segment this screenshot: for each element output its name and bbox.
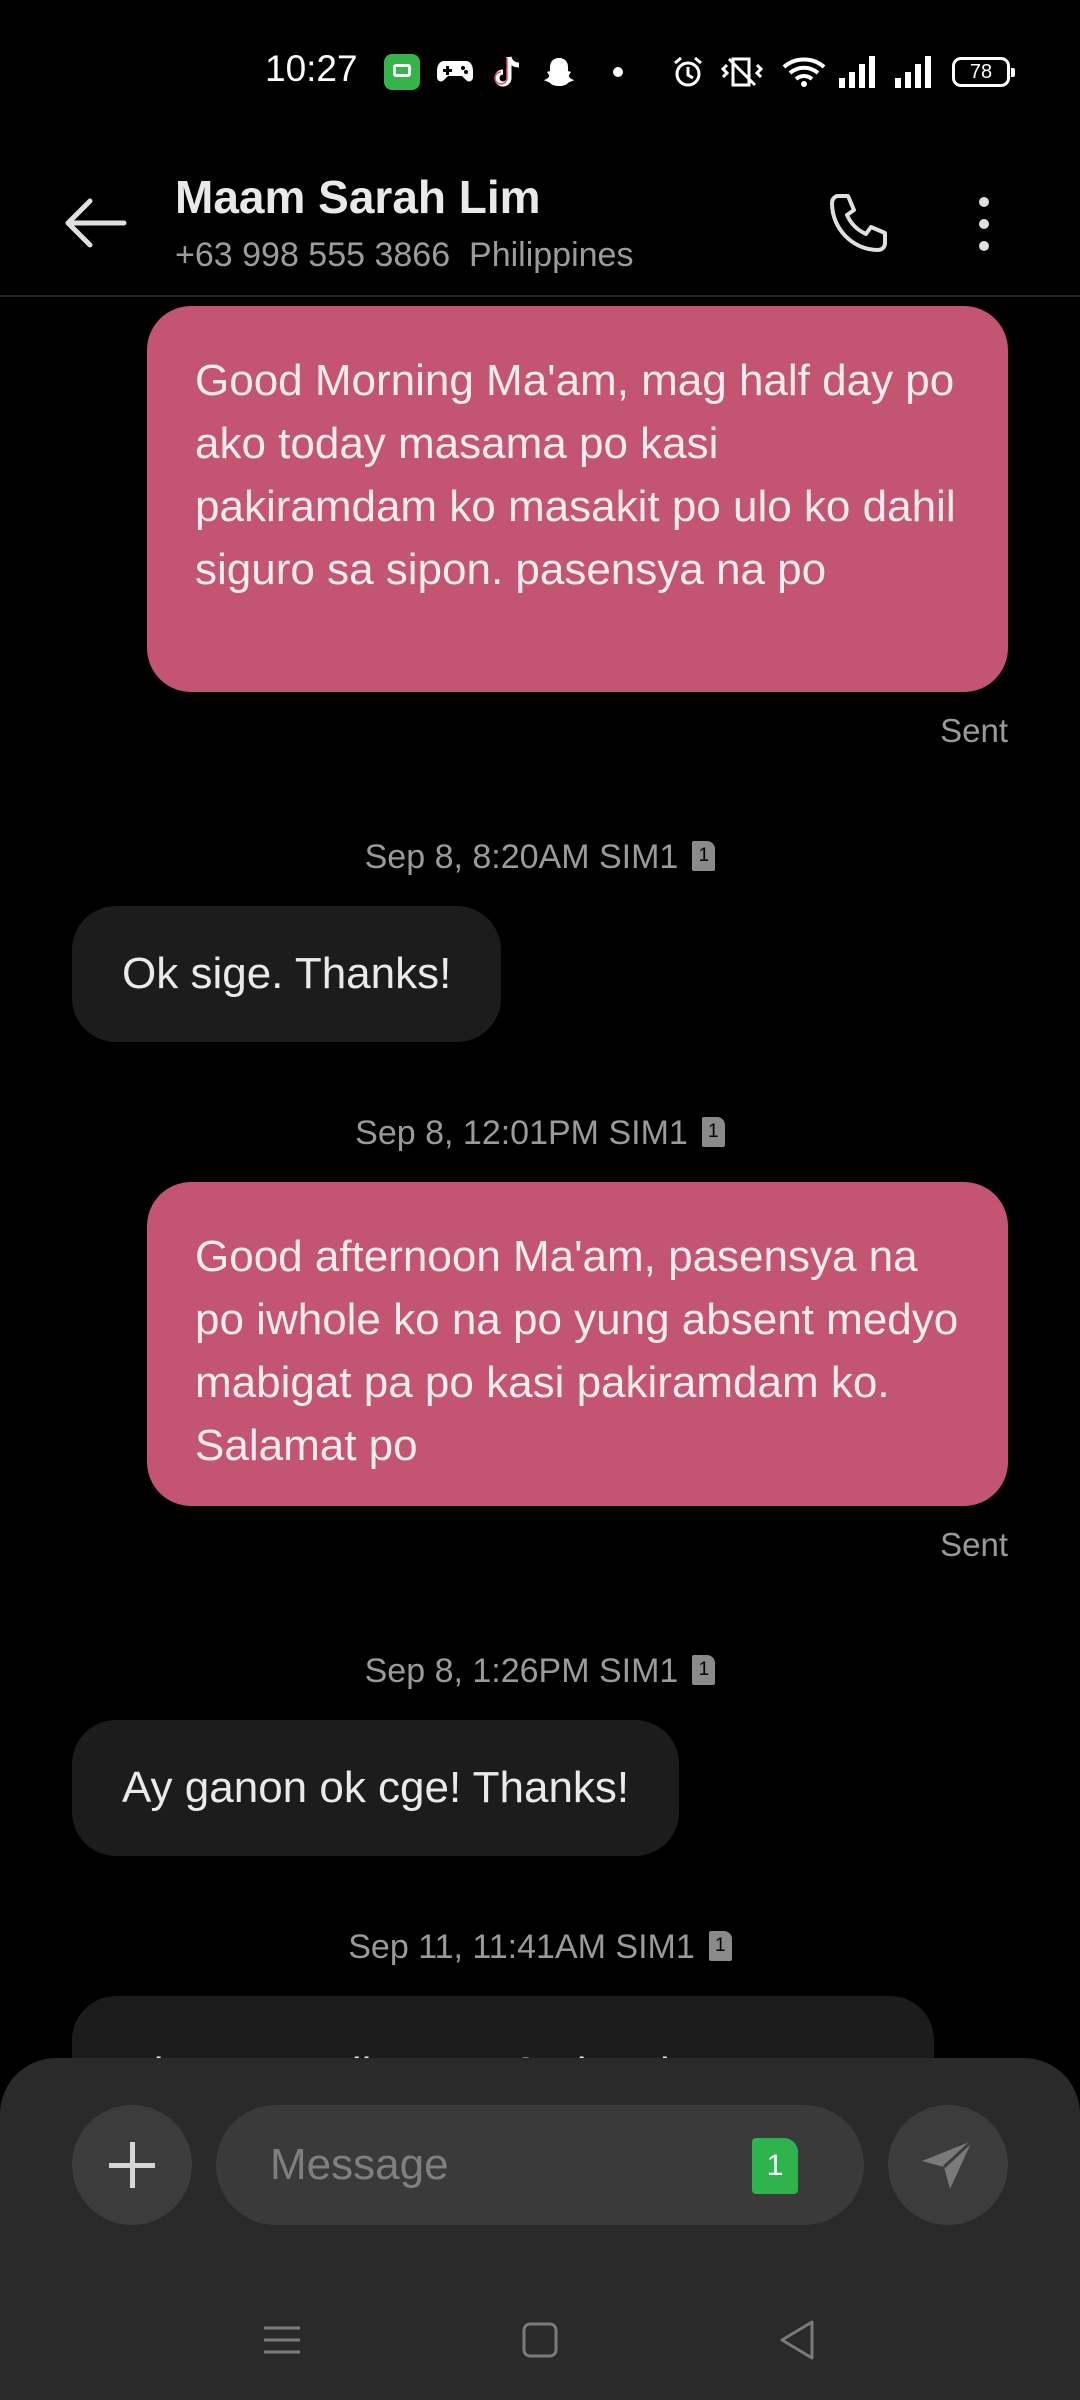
recents-menu-icon[interactable]	[252, 2310, 312, 2370]
message-input[interactable]: Message 1	[216, 2105, 864, 2225]
more-options-icon[interactable]	[960, 190, 1008, 258]
status-bar: 10:27 78	[0, 0, 1080, 140]
sim-select-icon[interactable]: 1	[752, 2138, 798, 2194]
message-bubble-incoming[interactable]: Ay ganon ok cge! Thanks!	[72, 1720, 680, 1856]
message-list[interactable]: Good Morning Ma'am, mag half day po ako …	[0, 298, 1080, 2058]
contact-subtitle: +63 998 555 3866 Philippines	[175, 236, 633, 275]
tiktok-icon	[490, 52, 526, 92]
signal-icon	[836, 52, 880, 92]
battery-icon: 78	[952, 57, 1015, 87]
message-bubble-incoming[interactable]: Hi Ms Rea, ikaw na 2nd review	[72, 1996, 934, 2058]
message-timestamp: Sep 8, 1:26PM SIM1	[0, 1652, 1080, 1691]
back-arrow-icon[interactable]	[60, 188, 130, 258]
conversation-header: Maam Sarah Lim +63 998 555 3866 Philippi…	[0, 140, 1080, 297]
screen: 10:27 78 Maam Sarah Lim +63 998 555 3866…	[0, 0, 1080, 2400]
wifi-icon	[782, 52, 826, 92]
add-attachment-button[interactable]	[72, 2105, 192, 2225]
contact-name[interactable]: Maam Sarah Lim	[175, 170, 541, 224]
sim-card-icon	[708, 1931, 732, 1961]
sim-card-icon	[692, 841, 716, 871]
alarm-icon	[670, 52, 706, 92]
sim-card-icon	[701, 1117, 725, 1147]
dot-icon	[608, 52, 628, 92]
message-timestamp: Sep 8, 8:20AM SIM1	[0, 838, 1080, 877]
message-input-placeholder: Message	[270, 2140, 449, 2189]
phone-icon[interactable]	[824, 190, 892, 258]
snapchat-icon	[541, 52, 577, 92]
message-bubble-outgoing[interactable]: Good afternoon Ma'am, pasensya na po iwh…	[147, 1182, 1008, 1506]
send-button[interactable]	[888, 2105, 1008, 2225]
status-time: 10:27	[265, 48, 358, 89]
message-timestamp: Sep 11, 11:41AM SIM1	[0, 1928, 1080, 1967]
game-controller-icon	[435, 52, 475, 92]
messages-app-icon	[384, 54, 420, 90]
message-bubble-incoming[interactable]: Ok sige. Thanks!	[72, 906, 502, 1042]
contact-country: Philippines	[469, 236, 634, 274]
vibrate-icon	[718, 52, 766, 92]
contact-number: +63 998 555 3866	[175, 236, 451, 274]
navigation-bar	[0, 2280, 1080, 2400]
message-timestamp: Sep 8, 12:01PM SIM1	[0, 1114, 1080, 1153]
message-status: Sent	[940, 1526, 1008, 1563]
back-triangle-icon[interactable]	[768, 2310, 828, 2370]
message-bubble-outgoing[interactable]: Good Morning Ma'am, mag half day po ako …	[147, 306, 1008, 692]
message-status: Sent	[940, 712, 1008, 749]
signal-icon-2	[892, 52, 936, 92]
home-square-icon[interactable]	[510, 2310, 570, 2370]
sim-card-icon	[692, 1655, 716, 1685]
